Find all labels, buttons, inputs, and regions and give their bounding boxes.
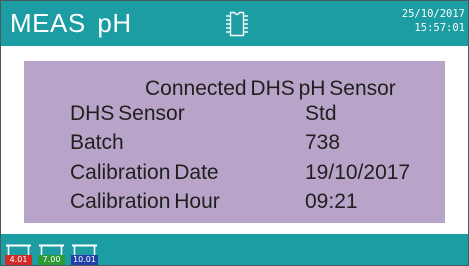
info-row-calibration-hour: Calibration Hour 09:21: [24, 190, 445, 214]
buffer-indicators: 4.01 7.00 10.01: [5, 244, 98, 265]
info-row-label: Calibration Date: [70, 161, 219, 184]
info-row-label: Calibration Hour: [70, 190, 220, 213]
header-bar: MEAS pH 25/10/2017 15:57:01: [1, 1, 468, 46]
info-row-label: DHS Sensor: [70, 102, 185, 125]
panel-heading: Connected DHS pH Sensor: [145, 77, 396, 100]
time-readout: 15:57:01: [414, 22, 465, 34]
info-row-value: 738: [305, 131, 341, 154]
buffer-bottle-icon: [72, 244, 97, 255]
info-row-label: Batch: [70, 131, 124, 154]
page-title: MEAS pH: [10, 8, 132, 38]
buffer-indicator-1: 4.01: [5, 244, 32, 265]
date-readout: 25/10/2017: [401, 8, 465, 20]
buffer-label: 10.01: [71, 255, 98, 265]
buffer-bottle-icon: [6, 244, 31, 255]
buffer-label: 7.00: [38, 255, 65, 265]
footer-bar: 4.01 7.00 10.01: [1, 234, 468, 265]
info-row-value: Std: [305, 102, 337, 125]
buffer-label: 4.01: [5, 255, 32, 265]
info-row-value: 09:21: [305, 190, 358, 213]
info-row-sensor: DHS Sensor Std: [24, 102, 445, 126]
buffer-indicator-3: 10.01: [71, 244, 98, 265]
info-row-calibration-date: Calibration Date 19/10/2017: [24, 161, 445, 185]
buffer-bottle-icon: [39, 244, 64, 255]
meter-screen: MEAS pH 25/10/2017 15:57:01 Connected DH…: [0, 0, 469, 266]
sensor-chip-icon: [222, 9, 252, 39]
date-time-display: 25/10/2017 15:57:01: [402, 7, 465, 35]
buffer-indicator-2: 7.00: [38, 244, 65, 265]
info-row-value: 19/10/2017: [305, 161, 411, 184]
info-row-batch: Batch 738: [24, 131, 445, 155]
sensor-info-panel: Connected DHS pH Sensor DHS Sensor Std B…: [24, 61, 445, 223]
